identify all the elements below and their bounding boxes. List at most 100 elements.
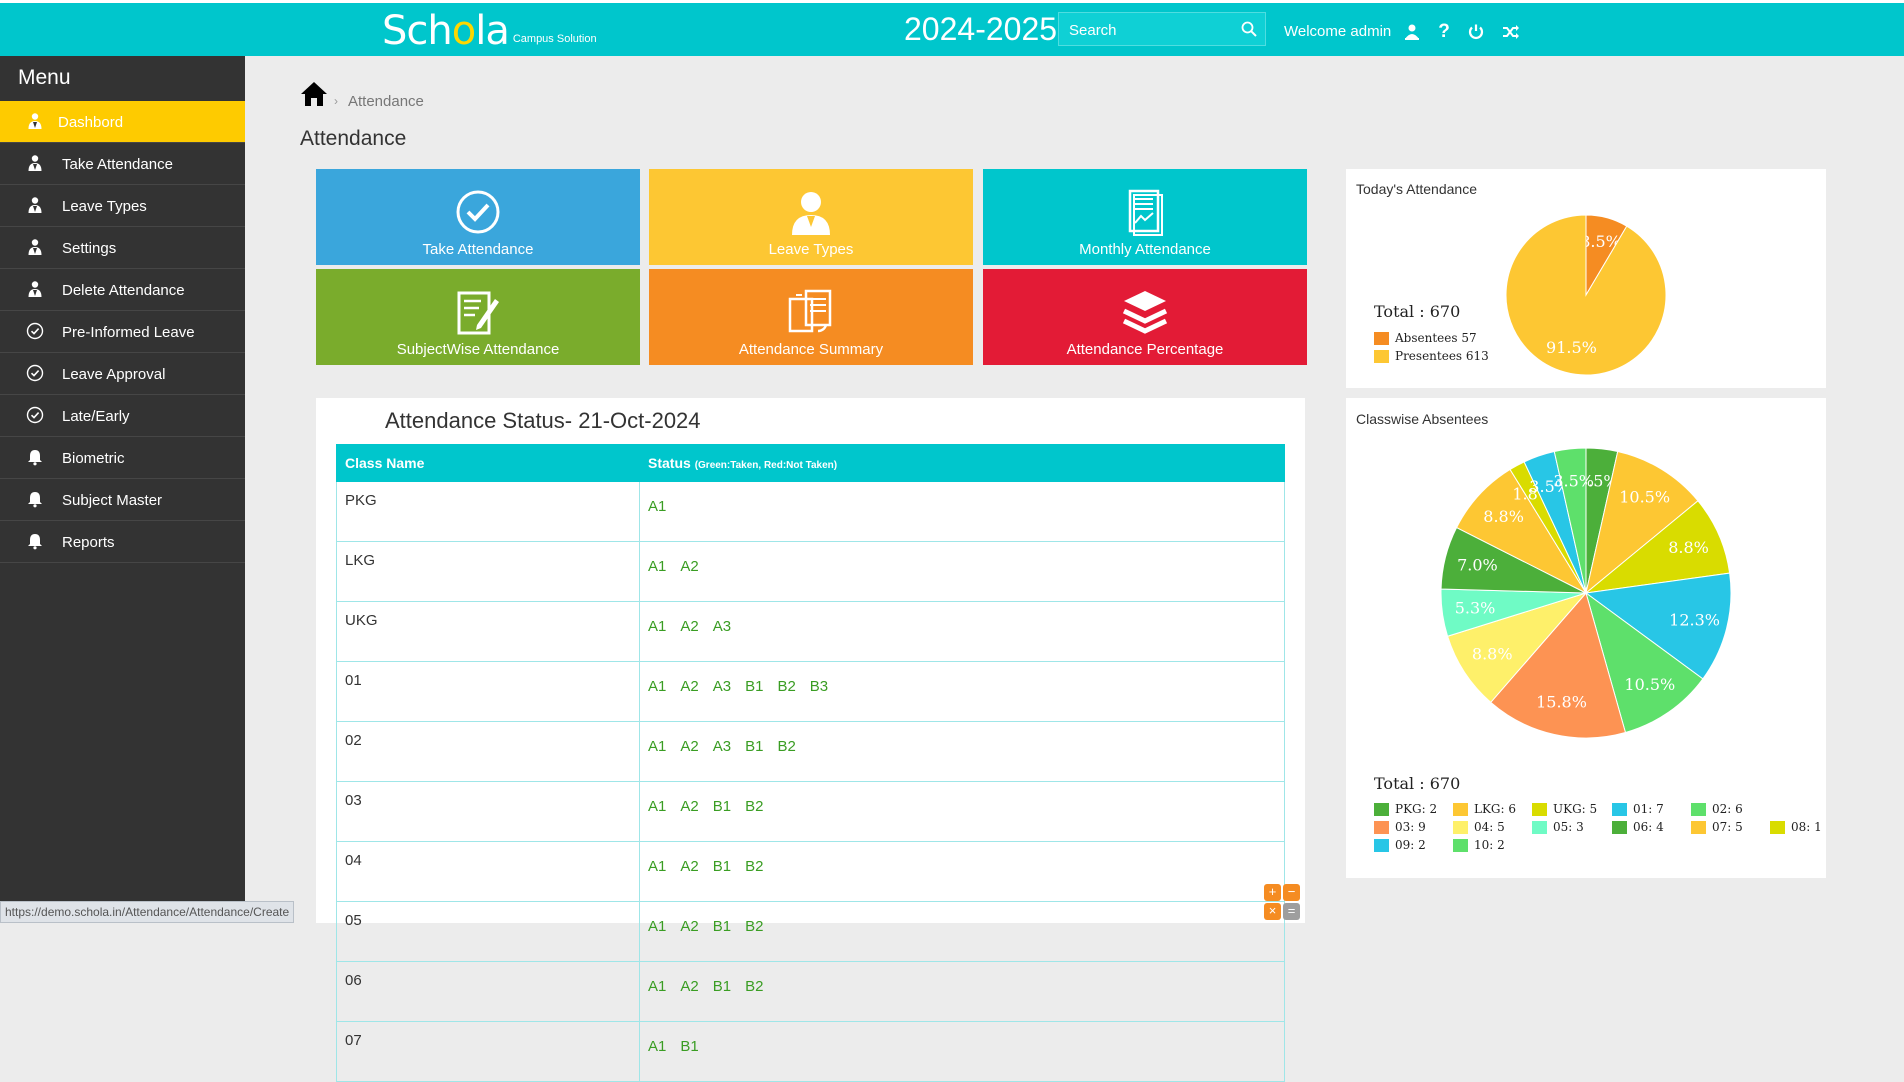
page-title: Attendance	[300, 127, 407, 150]
tile-monthly-attendance[interactable]: Monthly Attendance	[983, 169, 1307, 265]
legend-item[interactable]: UKG: 5	[1532, 802, 1597, 816]
sidebar-item-leave-approval[interactable]: Leave Approval	[0, 353, 245, 395]
section-link[interactable]: A3	[713, 678, 731, 695]
section-link[interactable]: A2	[680, 798, 698, 815]
search-icon[interactable]	[1241, 21, 1257, 37]
section-link[interactable]: B2	[745, 978, 763, 995]
legend-item[interactable]: 08: 1	[1770, 820, 1822, 834]
sidebar-item-subject-master[interactable]: Subject Master	[0, 479, 245, 521]
section-link[interactable]: A1	[648, 498, 666, 515]
section-link[interactable]: B2	[745, 798, 763, 815]
table-row: 05 A1 A2 B1 B2	[336, 901, 1285, 962]
sidebar-item-reports[interactable]: Reports	[0, 521, 245, 563]
section-link[interactable]: A2	[680, 618, 698, 635]
section-link[interactable]: B1	[713, 978, 731, 995]
section-link[interactable]: B3	[810, 678, 828, 695]
section-link[interactable]: B2	[745, 918, 763, 935]
sidebar-item-late-early[interactable]: Late/Early	[0, 395, 245, 437]
section-link[interactable]: A2	[680, 858, 698, 875]
tile-attendance-percentage[interactable]: Attendance Percentage	[983, 269, 1307, 365]
sidebar-item-delete-attendance[interactable]: Delete Attendance	[0, 269, 245, 311]
calculator-widget[interactable]: + − × =	[1264, 884, 1300, 920]
help-icon[interactable]: ?	[1435, 22, 1453, 41]
section-link[interactable]: B2	[745, 858, 763, 875]
section-link[interactable]: A3	[713, 618, 731, 635]
breadcrumb-current: Attendance	[348, 93, 424, 110]
sidebar-item-pre-informed-leave[interactable]: Pre-Informed Leave	[0, 311, 245, 353]
user-icon	[26, 238, 44, 256]
legend-item[interactable]: 07: 5	[1691, 820, 1743, 834]
search-input[interactable]	[1067, 13, 1241, 47]
legend-swatch	[1374, 331, 1389, 345]
legend-item[interactable]: 03: 9	[1374, 820, 1426, 834]
section-link[interactable]: A1	[648, 798, 666, 815]
legend-swatch	[1374, 349, 1389, 363]
pie-slice-label: 12.3%	[1669, 610, 1720, 629]
sidebar-item-leave-types[interactable]: Leave Types	[0, 185, 245, 227]
sidebar-item-settings[interactable]: Settings	[0, 227, 245, 269]
section-link[interactable]: A1	[648, 918, 666, 935]
calc-times-button[interactable]: ×	[1264, 903, 1281, 920]
logo-subtitle: Campus Solution	[512, 33, 597, 45]
menu-title: Menu	[18, 66, 71, 89]
table-header: Class Name Status (Green:Taken, Red:Not …	[336, 444, 1285, 482]
section-link[interactable]: A2	[680, 978, 698, 995]
legend-swatch	[1453, 838, 1468, 852]
shuffle-icon[interactable]	[1502, 23, 1520, 41]
legend-item[interactable]: Absentees 57	[1374, 331, 1477, 345]
sidebar-item-dashbord[interactable]: Dashbord	[0, 101, 245, 143]
legend-item[interactable]: LKG: 6	[1453, 802, 1516, 816]
legend-item[interactable]: 10: 2	[1453, 838, 1505, 852]
section-link[interactable]: B1	[745, 738, 763, 755]
sidebar-item-label: Pre-Informed Leave	[62, 324, 195, 341]
legend-item[interactable]: 09: 2	[1374, 838, 1426, 852]
classwise-absentees-title: Classwise Absentees	[1356, 411, 1489, 427]
sidebar: Menu Dashbord Take Attendance Leave Types S…	[0, 56, 245, 923]
legend-item[interactable]: 02: 6	[1691, 802, 1743, 816]
section-link[interactable]: B1	[680, 1038, 698, 1055]
legend-label: Presentees 613	[1395, 349, 1489, 363]
section-link[interactable]: A1	[648, 858, 666, 875]
legend-swatch	[1374, 820, 1389, 834]
section-link[interactable]: A1	[648, 1038, 666, 1055]
section-link[interactable]: A3	[713, 738, 731, 755]
section-link[interactable]: A2	[680, 558, 698, 575]
section-link[interactable]: A2	[680, 918, 698, 935]
section-link[interactable]: A2	[680, 678, 698, 695]
section-link[interactable]: B2	[777, 738, 795, 755]
legend-item[interactable]: 04: 5	[1453, 820, 1505, 834]
sidebar-item-take-attendance[interactable]: Take Attendance	[0, 143, 245, 185]
legend-item[interactable]: 06: 4	[1612, 820, 1664, 834]
tile-subjectwise-attendance[interactable]: SubjectWise Attendance	[316, 269, 640, 365]
user-profile-icon[interactable]	[1403, 23, 1421, 41]
power-icon[interactable]	[1467, 23, 1485, 41]
home-icon[interactable]	[300, 80, 328, 108]
schola-logo[interactable]: Schola Campus Solution	[382, 7, 597, 51]
legend-item[interactable]: Presentees 613	[1374, 349, 1489, 363]
calc-equals-button[interactable]: =	[1283, 903, 1300, 920]
legend-item[interactable]: 01: 7	[1612, 802, 1664, 816]
section-link[interactable]: A1	[648, 678, 666, 695]
section-link[interactable]: A1	[648, 738, 666, 755]
pie-slice-label: 10.5%	[1624, 675, 1675, 694]
section-link[interactable]: A2	[680, 738, 698, 755]
tile-leave-types[interactable]: Leave Types	[649, 169, 973, 265]
legend-item[interactable]: 05: 3	[1532, 820, 1584, 834]
section-link[interactable]: A1	[648, 558, 666, 575]
section-link[interactable]: B1	[713, 798, 731, 815]
legend-swatch	[1612, 802, 1627, 816]
legend-item[interactable]: PKG: 2	[1374, 802, 1437, 816]
section-link[interactable]: B1	[745, 678, 763, 695]
section-link[interactable]: A1	[648, 978, 666, 995]
calc-plus-button[interactable]: +	[1264, 884, 1281, 901]
tile-attendance-summary[interactable]: Attendance Summary	[649, 269, 973, 365]
class-name-cell: 06	[336, 961, 640, 1022]
section-link[interactable]: B1	[713, 918, 731, 935]
tile-take-attendance[interactable]: Take Attendance	[316, 169, 640, 265]
section-link[interactable]: B1	[713, 858, 731, 875]
section-link[interactable]: B2	[777, 678, 795, 695]
sidebar-item-biometric[interactable]: Biometric	[0, 437, 245, 479]
calc-minus-button[interactable]: −	[1283, 884, 1300, 901]
section-link[interactable]: A1	[648, 618, 666, 635]
legend-label: 05: 3	[1553, 820, 1584, 834]
